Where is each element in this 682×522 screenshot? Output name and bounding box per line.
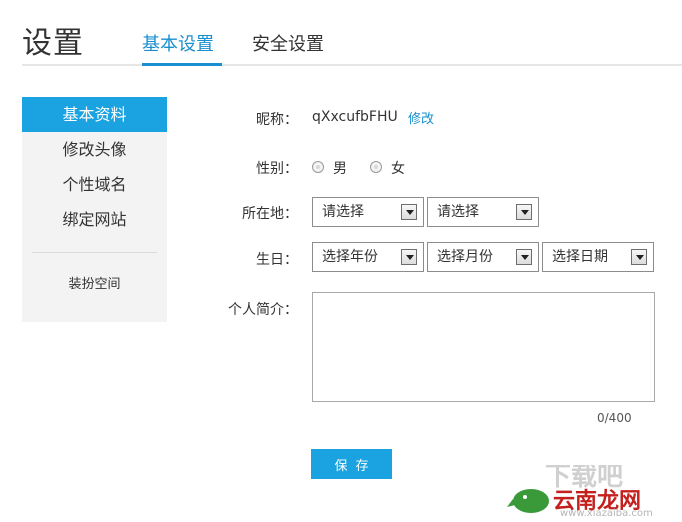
- tab-security-settings[interactable]: 安全设置: [252, 30, 324, 56]
- chevron-down-icon: [401, 249, 417, 265]
- birthday-month-select[interactable]: 选择月份: [427, 242, 539, 272]
- bio-label: 个人简介：: [228, 302, 298, 318]
- gender-female-radio[interactable]: [370, 161, 382, 173]
- header-divider: [22, 64, 682, 66]
- location-province-select[interactable]: 请选择: [312, 197, 424, 227]
- birthday-label: 生日：: [256, 252, 298, 268]
- sidebar-item-decorate-space[interactable]: 装扮空间: [22, 267, 167, 302]
- tab-basic-settings[interactable]: 基本设置: [142, 30, 214, 56]
- save-button[interactable]: 保存: [311, 449, 392, 479]
- sidebar-item-custom-domain[interactable]: 个性域名: [22, 167, 167, 202]
- location-label: 所在地：: [242, 206, 298, 222]
- nickname-label: 昵称：: [256, 112, 298, 128]
- gender-male-label: 男: [333, 161, 347, 177]
- watermark-url: www.xiazaiba.com: [560, 508, 653, 519]
- location-province-value: 请选择: [322, 204, 364, 220]
- sidebar-item-basic-info[interactable]: 基本资料: [22, 97, 167, 132]
- chevron-down-icon: [516, 249, 532, 265]
- sidebar-item-bind-website[interactable]: 绑定网站: [22, 202, 167, 237]
- gender-male-radio[interactable]: [312, 161, 324, 173]
- birthday-month-value: 选择月份: [437, 249, 493, 265]
- active-tab-indicator: [142, 63, 222, 66]
- location-city-select[interactable]: 请选择: [427, 197, 539, 227]
- bio-textarea[interactable]: [312, 292, 655, 402]
- sidebar: 基本资料 修改头像 个性域名 绑定网站 装扮空间: [22, 97, 167, 322]
- sidebar-divider: [32, 252, 157, 253]
- chevron-down-icon: [631, 249, 647, 265]
- edit-nickname-link[interactable]: 修改: [408, 108, 434, 127]
- birthday-year-select[interactable]: 选择年份: [312, 242, 424, 272]
- bio-char-counter: 0/400: [597, 411, 632, 425]
- sidebar-item-change-avatar[interactable]: 修改头像: [22, 132, 167, 167]
- nickname-value: qXxcufbFHU: [312, 109, 398, 125]
- gender-female-label: 女: [391, 161, 405, 177]
- chevron-down-icon: [401, 204, 417, 220]
- birthday-year-value: 选择年份: [322, 249, 378, 265]
- page-title: 设置: [22, 26, 84, 61]
- location-city-value: 请选择: [437, 204, 479, 220]
- chevron-down-icon: [516, 204, 532, 220]
- birthday-day-value: 选择日期: [552, 249, 608, 265]
- gender-label: 性别：: [256, 161, 298, 177]
- birthday-day-select[interactable]: 选择日期: [542, 242, 654, 272]
